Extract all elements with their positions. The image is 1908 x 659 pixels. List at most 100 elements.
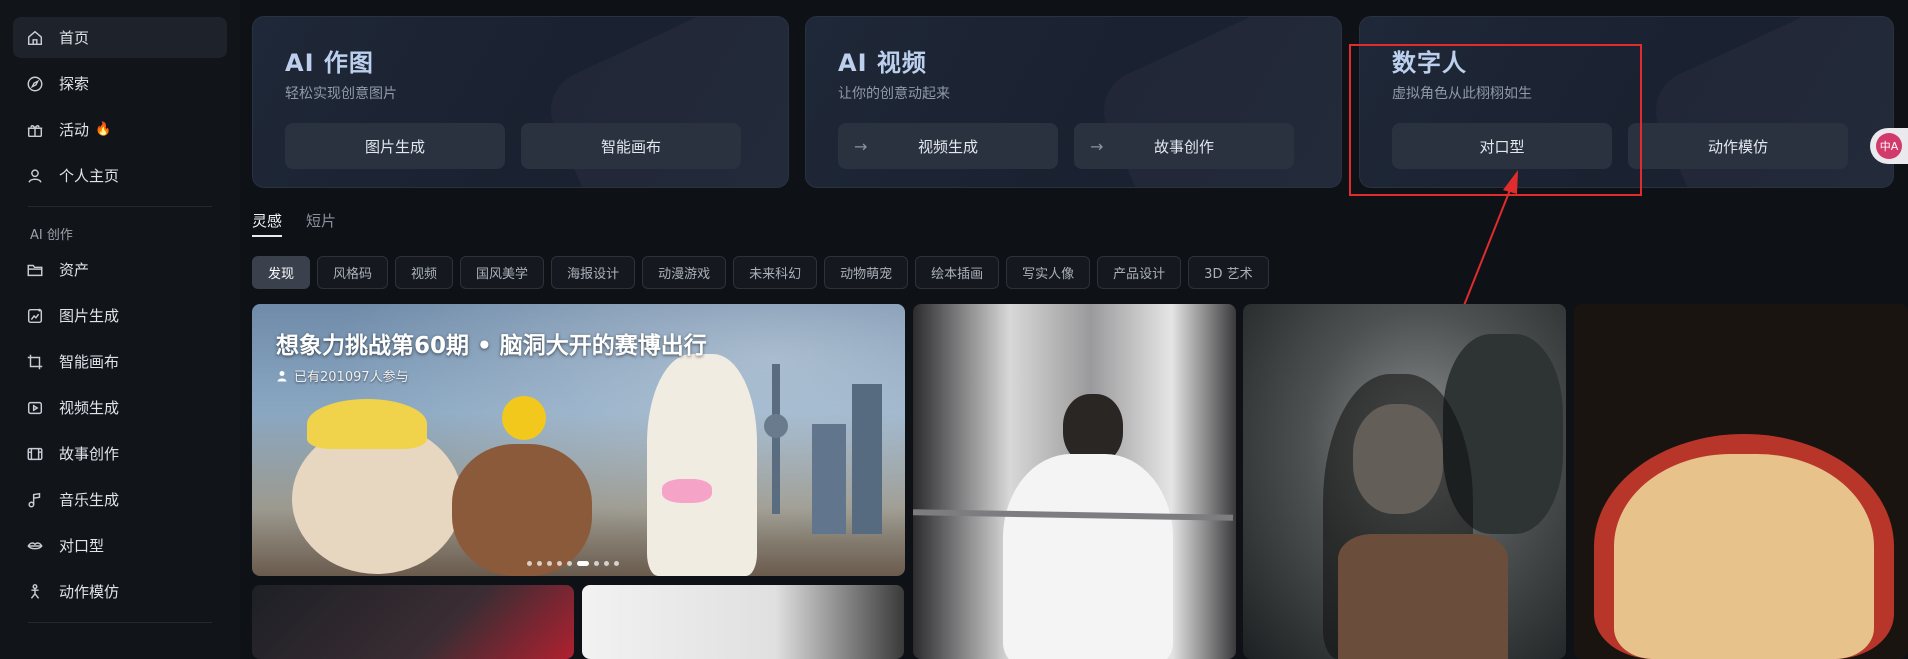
sidebar-item-video-gen[interactable]: 视频生成 [13, 387, 227, 428]
carousel-dot[interactable] [567, 561, 572, 566]
chip-pets[interactable]: 动物萌宠 [824, 256, 909, 289]
building-graphic [852, 384, 882, 534]
folder-icon [25, 260, 45, 280]
sidebar-item-label: 故事创作 [59, 445, 120, 463]
building-graphic [812, 424, 846, 534]
chip-portrait[interactable]: 写实人像 [1006, 256, 1091, 289]
card-ai-video: AI 视频 让你的创意动起来 → 视频生成 → 故事创作 [805, 16, 1342, 188]
carousel-dots[interactable] [527, 561, 619, 566]
sidebar-item-explore[interactable]: 探索 [13, 63, 227, 104]
poster-lettering-graphic [1614, 454, 1874, 659]
sidebar-section-title: AI 创作 [30, 227, 73, 243]
banner-participants: 已有201097人参与 [276, 366, 409, 385]
tab-short-films[interactable]: 短片 [306, 210, 336, 231]
sidebar-item-label: 首页 [59, 29, 90, 47]
participants-count: 已有201097人参与 [294, 370, 409, 385]
chip-guofeng[interactable]: 国风美学 [460, 256, 545, 289]
fire-icon: 🔥 [95, 122, 112, 137]
video-icon [25, 398, 45, 418]
category-chips: 发现 风格码 视频 国风美学 海报设计 动漫游戏 未来科幻 动物萌宠 绘本插画 … [252, 256, 1269, 289]
sidebar-item-events[interactable]: 活动 🔥 [13, 109, 227, 150]
chip-discover[interactable]: 发现 [252, 256, 311, 289]
sidebar-item-label: 音乐生成 [59, 491, 120, 509]
tower-sphere-graphic [764, 414, 788, 438]
card-subtitle: 轻松实现创意图片 [285, 86, 397, 102]
carousel-dot[interactable] [594, 561, 599, 566]
annotation-highlight-box [1349, 44, 1642, 196]
chip-anime[interactable]: 动漫游戏 [642, 256, 727, 289]
carousel-dot[interactable] [604, 561, 609, 566]
image-gen-button[interactable]: 图片生成 [285, 123, 505, 169]
arrow-right-icon: → [854, 136, 868, 156]
sidebar-item-story[interactable]: 故事创作 [13, 433, 227, 474]
sidebar-divider [28, 622, 212, 623]
gift-icon [25, 120, 45, 140]
sidebar-item-label: 个人主页 [59, 167, 120, 185]
sidebar-item-music[interactable]: 音乐生成 [13, 479, 227, 520]
chip-style-code[interactable]: 风格码 [317, 256, 389, 289]
music-icon [25, 490, 45, 510]
floating-assistant[interactable]: 中A [1870, 128, 1908, 164]
chip-poster[interactable]: 海报设计 [551, 256, 636, 289]
gallery-item-bw-portrait[interactable] [582, 585, 904, 659]
smart-canvas-button[interactable]: 智能画布 [521, 123, 741, 169]
sidebar-item-image-gen[interactable]: 图片生成 [13, 295, 227, 336]
arrow-right-icon: → [1090, 136, 1104, 156]
robe-graphic [1338, 534, 1508, 659]
carousel-dot[interactable] [614, 561, 619, 566]
sidebar-item-label: 活动 [59, 121, 90, 139]
gallery-item-swordswoman[interactable] [913, 304, 1236, 659]
white-robe-graphic [1003, 454, 1173, 659]
story-icon [25, 444, 45, 464]
tab-underline [252, 235, 282, 237]
tower-graphic [772, 364, 780, 514]
motion-icon [25, 582, 45, 602]
bowtie-graphic [662, 479, 712, 503]
sidebar-item-home[interactable]: 首页 [13, 17, 227, 58]
user-icon [277, 370, 287, 381]
sidebar-item-motion[interactable]: 动作模仿 [13, 571, 227, 612]
carousel-dot[interactable] [547, 561, 552, 566]
button-label: 故事创作 [1153, 137, 1214, 156]
crop-icon [25, 352, 45, 372]
sidebar-item-label: 视频生成 [59, 399, 120, 417]
image-gen-icon [25, 306, 45, 326]
chip-scifi[interactable]: 未来科幻 [733, 256, 818, 289]
compass-icon [25, 74, 45, 94]
card-title: AI 作图 [285, 49, 374, 77]
duck-graphic [502, 396, 546, 440]
sidebar-item-label: 图片生成 [59, 307, 120, 325]
sidebar-item-assets[interactable]: 资产 [13, 249, 227, 290]
gallery-item-dragon-portrait[interactable] [1243, 304, 1566, 659]
carousel-dot-active[interactable] [577, 561, 589, 566]
sidebar-item-canvas[interactable]: 智能画布 [13, 341, 227, 382]
card-subtitle: 让你的创意动起来 [838, 86, 950, 102]
carousel-dot[interactable] [527, 561, 532, 566]
chip-video[interactable]: 视频 [395, 256, 454, 289]
tab-inspiration[interactable]: 灵感 [252, 210, 282, 231]
carousel-dot[interactable] [537, 561, 542, 566]
lipsync-icon [25, 536, 45, 556]
sidebar-item-label: 探索 [59, 75, 90, 93]
video-gen-button[interactable]: → 视频生成 [838, 123, 1058, 169]
chip-product[interactable]: 产品设计 [1097, 256, 1182, 289]
sidebar-item-label: 智能画布 [59, 353, 120, 371]
gallery-item-storm[interactable] [252, 585, 574, 659]
sidebar-item-profile[interactable]: 个人主页 [13, 155, 227, 196]
chip-3d[interactable]: 3D 艺术 [1188, 256, 1269, 289]
carousel-dot[interactable] [557, 561, 562, 566]
story-create-button[interactable]: → 故事创作 [1074, 123, 1294, 169]
button-label: 视频生成 [917, 137, 978, 156]
motion-mimic-button[interactable]: 动作模仿 [1628, 123, 1848, 169]
hat-graphic [307, 399, 427, 449]
assistant-avatar: 中A [1876, 133, 1902, 159]
sidebar: 首页 探索 活动 🔥 个人主页 AI 创作 资产 图片生成 智能画布 视频生成 … [0, 0, 240, 659]
chip-picturebook[interactable]: 绘本插画 [915, 256, 1000, 289]
sidebar-item-lipsync[interactable]: 对口型 [13, 525, 227, 566]
home-icon [25, 28, 45, 48]
gallery-item-mala-poster[interactable] [1574, 304, 1908, 659]
sidebar-item-label: 动作模仿 [59, 583, 120, 601]
banner-title: 想象力挑战第60期 • 脑洞大开的赛博出行 [276, 333, 707, 359]
sidebar-item-label: 对口型 [59, 537, 105, 555]
challenge-banner[interactable]: 想象力挑战第60期 • 脑洞大开的赛博出行 已有201097人参与 [252, 304, 905, 576]
